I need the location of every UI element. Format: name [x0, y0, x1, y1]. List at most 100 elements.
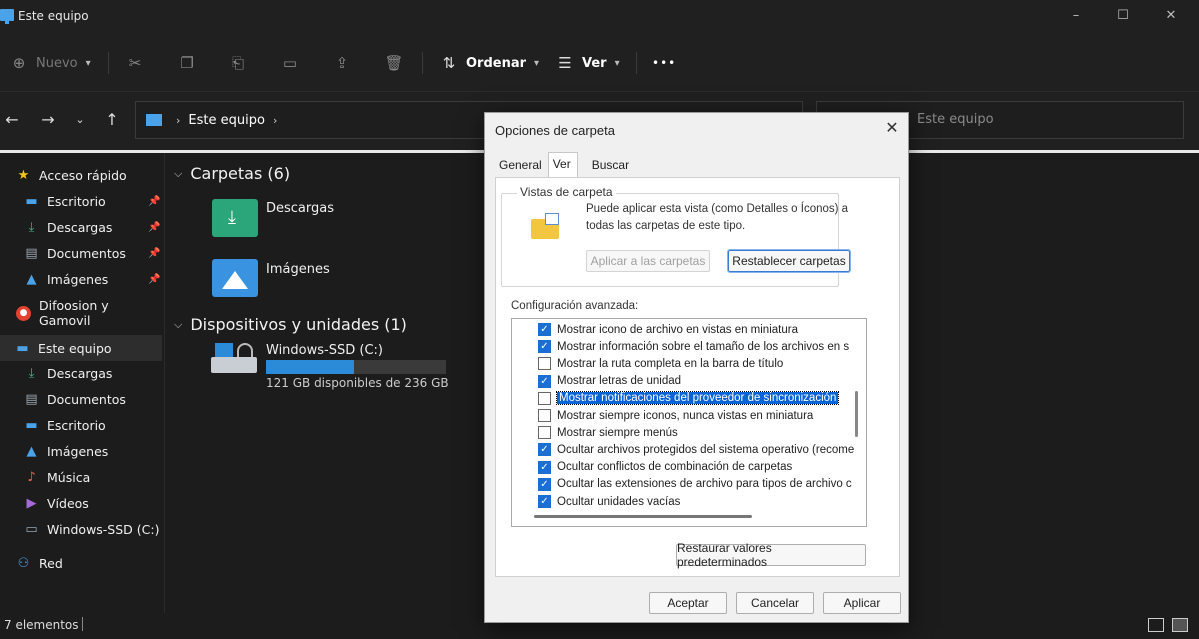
sidebar-item-label: Documentos [47, 245, 126, 261]
forward-button[interactable]: → [38, 110, 58, 130]
ok-button[interactable]: Aceptar [649, 592, 727, 614]
this-pc-icon [146, 114, 162, 126]
advanced-settings-label: Configuración avanzada: [511, 300, 639, 312]
checkbox[interactable] [538, 426, 551, 440]
setting-item[interactable]: ✓ Mostrar icono de archivo en vistas en m… [538, 321, 798, 338]
windows-logo-icon [215, 343, 233, 357]
tiles-view-icon[interactable] [1172, 618, 1188, 632]
reset-folders-button[interactable]: Restablecer carpetas [727, 249, 851, 273]
group-header-devices[interactable]: ⌵ Dispositivos y unidades (1) [174, 315, 407, 334]
checkbox[interactable]: ✓ [538, 340, 551, 354]
setting-item[interactable]: ✓ Mostrar información sobre el tamaño de … [538, 338, 849, 355]
breadcrumb-current[interactable]: Este equipo [188, 113, 265, 128]
setting-item[interactable]: Mostrar la ruta completa en la barra de … [538, 355, 783, 372]
setting-label: Mostrar icono de archivo en vistas en mi… [557, 323, 798, 336]
details-view-icon[interactable] [1148, 618, 1164, 632]
group-header-label: Carpetas (6) [190, 164, 291, 183]
sidebar-item-videos[interactable]: ▶ Vídeos [24, 492, 89, 514]
sidebar-item-desktop[interactable]: ▬ Escritorio 📌 [24, 190, 164, 212]
up-button[interactable]: ↑ [102, 110, 122, 130]
setting-item[interactable]: Mostrar notificaciones del proveedor de … [538, 390, 840, 407]
folder-views-legend: Vistas de carpeta [517, 185, 616, 199]
checkbox[interactable]: ✓ [538, 460, 551, 474]
checkbox[interactable]: ✓ [538, 323, 551, 336]
close-window-button[interactable]: ✕ [1159, 6, 1183, 26]
setting-label: Mostrar notificaciones del proveedor de … [555, 391, 840, 406]
rename-button[interactable]: ▭ [281, 50, 299, 76]
sidebar-item-downloads[interactable]: ⤓ Descargas 📌 [24, 216, 164, 238]
folder-label-pictures[interactable]: Imágenes [266, 262, 330, 277]
advanced-settings-list[interactable]: ✓ Mostrar icono de archivo en vistas en m… [511, 318, 867, 527]
checkbox[interactable] [538, 409, 551, 422]
tab-view[interactable]: Ver [547, 152, 578, 177]
grid-icon [545, 213, 559, 225]
document-icon: ▤ [25, 245, 38, 261]
music-icon: ♪ [27, 469, 36, 485]
apply-to-folders-button[interactable]: Aplicar a las carpetas [586, 250, 710, 272]
sidebar-item-label: Escritorio [47, 417, 106, 433]
share-button[interactable]: ⇪ [333, 50, 351, 76]
tab-general[interactable]: General [495, 155, 548, 177]
tab-search[interactable]: Buscar [578, 155, 635, 177]
window-title: Este equipo [18, 9, 89, 23]
delete-button[interactable]: 🗑 [384, 50, 403, 76]
system-drive-icon[interactable] [211, 343, 261, 383]
desktop-icon: ▬ [25, 417, 38, 433]
chevron-down-icon: ▾ [534, 57, 540, 69]
sort-button[interactable]: ⇅ Ordenar ▾ [440, 50, 539, 76]
recent-locations-button[interactable]: ⌄ [70, 110, 90, 130]
cut-button[interactable]: ✂ [126, 50, 144, 76]
checkbox[interactable]: ✓ [538, 443, 551, 457]
sidebar-item-music[interactable]: ♪ Música [24, 466, 90, 488]
restore-defaults-button[interactable]: Restaurar valores predeterminados [676, 541, 866, 569]
sidebar-item-drive-c[interactable]: ▭ Windows-SSD (C:) [24, 518, 159, 540]
checkbox[interactable]: ✓ [538, 374, 551, 388]
sidebar-item-pc-desktop[interactable]: ▬ Escritorio [24, 414, 106, 436]
sidebar-item-user[interactable]: ● Difoosion y Gamovil [16, 298, 164, 328]
maximize-button[interactable]: ☐ [1111, 6, 1135, 26]
checkbox[interactable]: ✓ [538, 495, 551, 508]
vertical-scrollbar[interactable] [855, 391, 858, 437]
pictures-folder-icon[interactable] [212, 259, 258, 297]
checkbox[interactable] [538, 391, 551, 405]
setting-item[interactable]: Mostrar siempre menús [538, 424, 678, 441]
sidebar-item-network[interactable]: ⚇ Red [16, 552, 63, 574]
setting-item[interactable]: ✓ Ocultar unidades vacías [538, 493, 680, 510]
setting-item[interactable]: ✓ Ocultar archivos protegidos del sistema… [538, 441, 854, 458]
cancel-button[interactable]: Cancelar [736, 592, 814, 614]
sidebar-item-pictures[interactable]: ▲ Imágenes 📌 [24, 268, 164, 290]
setting-item[interactable]: ✓ Ocultar las extensiones de archivo para… [538, 476, 852, 493]
new-button[interactable]: ⊕ Nuevo ▾ [10, 50, 91, 76]
sidebar-item-documents[interactable]: ▤ Documentos 📌 [24, 242, 164, 264]
setting-item[interactable]: ✓ Mostrar letras de unidad [538, 373, 681, 390]
checkbox[interactable]: ✓ [538, 477, 551, 491]
horizontal-scrollbar[interactable] [534, 515, 752, 518]
view-button[interactable]: ☰ Ver ▾ [556, 50, 619, 76]
paste-button[interactable]: ⎗ [229, 50, 247, 76]
back-button[interactable]: ← [2, 110, 22, 130]
sidebar-item-label: Red [39, 555, 63, 571]
close-icon[interactable]: ✕ [882, 119, 902, 139]
setting-label: Ocultar conflictos de combinación de car… [557, 461, 793, 474]
downloads-folder-icon[interactable]: ⤓ [212, 199, 258, 237]
more-options-button[interactable]: ••• [652, 50, 676, 76]
sidebar-item-quick-access[interactable]: ★ Acceso rápido [16, 164, 127, 186]
sidebar-item-label: Imágenes [47, 443, 109, 459]
desktop-icon: ▬ [25, 193, 38, 209]
minimize-button[interactable]: – [1064, 6, 1088, 26]
drive-label[interactable]: Windows-SSD (C:) [266, 343, 383, 358]
setting-item[interactable]: ✓ Ocultar conflictos de combinación de ca… [538, 459, 792, 476]
folder-label-downloads[interactable]: Descargas [266, 201, 334, 216]
group-header-folders[interactable]: ⌵ Carpetas (6) [174, 164, 290, 183]
this-pc-icon: ▬ [16, 340, 29, 356]
sidebar-item-this-pc[interactable]: ▬ Este equipo [0, 335, 162, 361]
sidebar-item-pc-pictures[interactable]: ▲ Imágenes [24, 440, 109, 462]
sidebar-item-pc-documents[interactable]: ▤ Documentos [24, 388, 126, 410]
sidebar-item-pc-downloads[interactable]: ⤓ Descargas [24, 362, 113, 384]
copy-button[interactable]: ❐ [178, 50, 196, 76]
download-arrow-icon: ⤓ [228, 207, 236, 228]
apply-button[interactable]: Aplicar [823, 592, 901, 614]
star-icon: ★ [17, 167, 30, 183]
checkbox[interactable] [538, 357, 551, 371]
setting-item[interactable]: Mostrar siempre iconos, nunca vistas en … [538, 407, 813, 424]
